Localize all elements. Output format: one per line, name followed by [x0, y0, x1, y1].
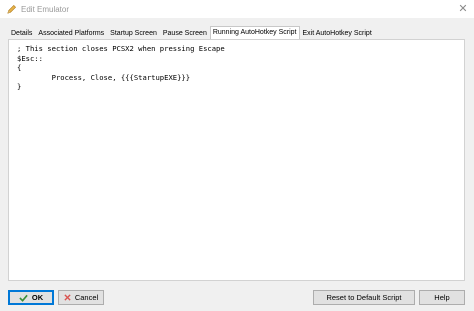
tab-pause-screen[interactable]: Pause Screen — [160, 27, 210, 39]
script-editor[interactable]: ; This section closes PCSX2 when pressin… — [17, 44, 225, 92]
script-editor-panel[interactable]: ; This section closes PCSX2 when pressin… — [8, 39, 465, 281]
window-title: Edit Emulator — [21, 4, 70, 14]
cancel-button[interactable]: Cancel — [58, 290, 104, 305]
checkmark-icon — [19, 294, 28, 302]
tab-associated-platforms[interactable]: Associated Platforms — [35, 27, 107, 39]
ok-label: OK — [31, 293, 44, 302]
tab-exit-autohotkey-script[interactable]: Exit AutoHotkey Script — [300, 27, 375, 39]
pencil-icon — [5, 3, 17, 15]
title-bar: Edit Emulator ✕ — [0, 0, 474, 18]
tab-running-autohotkey-script[interactable]: Running AutoHotkey Script — [209, 26, 300, 39]
close-button[interactable]: ✕ — [456, 2, 470, 16]
cancel-label: Cancel — [74, 293, 99, 302]
tab-strip: Details Associated Platforms Startup Scr… — [8, 26, 375, 39]
tab-details[interactable]: Details — [8, 27, 35, 39]
edit-emulator-window: Edit Emulator ✕ Details Associated Platf… — [0, 0, 474, 311]
x-icon — [64, 294, 71, 301]
tab-startup-screen[interactable]: Startup Screen — [107, 27, 160, 39]
help-button[interactable]: Help — [419, 290, 465, 305]
ok-button[interactable]: OK — [8, 290, 54, 305]
reset-to-default-script-button[interactable]: Reset to Default Script — [313, 290, 415, 305]
